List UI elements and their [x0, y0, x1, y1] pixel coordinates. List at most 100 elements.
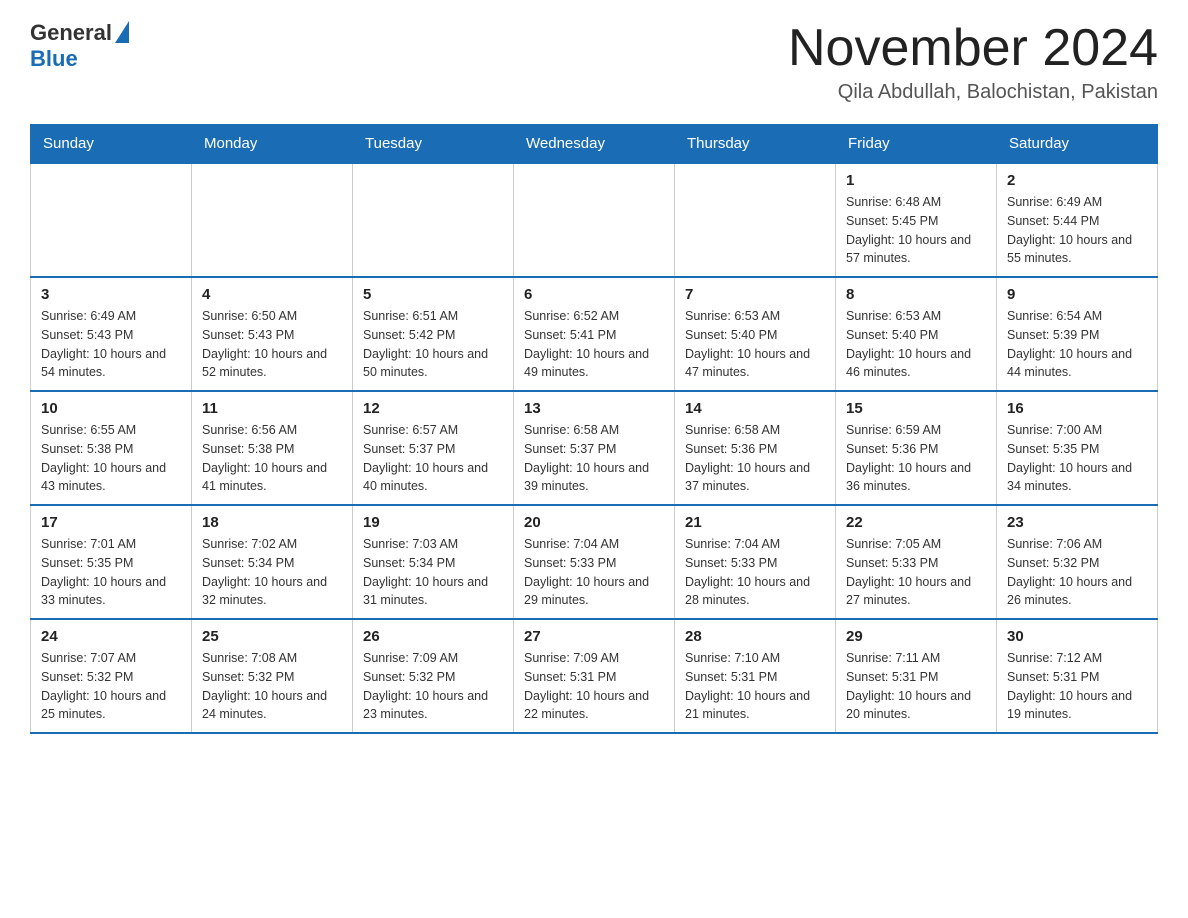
day-number: 15: [846, 400, 986, 417]
calendar-cell: 25 Sunrise: 7:08 AM Sunset: 5:32 PM Dayli…: [192, 619, 353, 733]
day-info: Sunrise: 6:52 AM Sunset: 5:41 PM Dayligh…: [524, 307, 664, 382]
day-info: Sunrise: 7:11 AM Sunset: 5:31 PM Dayligh…: [846, 649, 986, 724]
calendar-table: SundayMondayTuesdayWednesdayThursdayFrid…: [30, 124, 1158, 734]
day-info: Sunrise: 6:56 AM Sunset: 5:38 PM Dayligh…: [202, 421, 342, 496]
day-number: 7: [685, 286, 825, 303]
day-info: Sunrise: 6:57 AM Sunset: 5:37 PM Dayligh…: [363, 421, 503, 496]
calendar-cell: 8Sunrise: 6:53 AM Sunset: 5:40 PM Daylig…: [836, 277, 997, 391]
calendar-cell: 22 Sunrise: 7:05 AM Sunset: 5:33 PM Dayli…: [836, 505, 997, 619]
calendar-cell: 15 Sunrise: 6:59 AM Sunset: 5:36 PM Dayli…: [836, 391, 997, 505]
day-info: Sunrise: 7:02 AM Sunset: 5:34 PM Dayligh…: [202, 535, 342, 610]
day-info: Sunrise: 6:58 AM Sunset: 5:37 PM Dayligh…: [524, 421, 664, 496]
day-number: 6: [524, 286, 664, 303]
calendar-cell: 12Sunrise: 6:57 AM Sunset: 5:37 PM Dayli…: [353, 391, 514, 505]
day-info: Sunrise: 7:08 AM Sunset: 5:32 PM Dayligh…: [202, 649, 342, 724]
day-number: 21: [685, 514, 825, 531]
column-header-tuesday: Tuesday: [353, 125, 514, 164]
calendar-cell: 14 Sunrise: 6:58 AM Sunset: 5:36 PM Dayli…: [675, 391, 836, 505]
calendar-cell: 23 Sunrise: 7:06 AM Sunset: 5:32 PM Dayli…: [997, 505, 1158, 619]
day-info: Sunrise: 7:09 AM Sunset: 5:32 PM Dayligh…: [363, 649, 503, 724]
day-info: Sunrise: 6:48 AM Sunset: 5:45 PM Dayligh…: [846, 193, 986, 268]
calendar-cell: 29 Sunrise: 7:11 AM Sunset: 5:31 PM Dayli…: [836, 619, 997, 733]
calendar-cell: 21 Sunrise: 7:04 AM Sunset: 5:33 PM Dayli…: [675, 505, 836, 619]
day-number: 10: [41, 400, 181, 417]
day-number: 14: [685, 400, 825, 417]
calendar-cell: 17 Sunrise: 7:01 AM Sunset: 5:35 PM Dayli…: [31, 505, 192, 619]
day-number: 20: [524, 514, 664, 531]
logo-triangle-icon: [115, 21, 129, 43]
day-info: Sunrise: 7:06 AM Sunset: 5:32 PM Dayligh…: [1007, 535, 1147, 610]
calendar-week-row: 10 Sunrise: 6:55 AM Sunset: 5:38 PM Dayli…: [31, 391, 1158, 505]
day-info: Sunrise: 7:00 AM Sunset: 5:35 PM Dayligh…: [1007, 421, 1147, 496]
location-subtitle: Qila Abdullah, Balochistan, Pakistan: [788, 81, 1158, 104]
column-header-friday: Friday: [836, 125, 997, 164]
calendar-cell: 2Sunrise: 6:49 AM Sunset: 5:44 PM Daylig…: [997, 163, 1158, 277]
day-number: 23: [1007, 514, 1147, 531]
calendar-cell: 19 Sunrise: 7:03 AM Sunset: 5:34 PM Dayli…: [353, 505, 514, 619]
calendar-week-row: 1 Sunrise: 6:48 AM Sunset: 5:45 PM Daylig…: [31, 163, 1158, 277]
day-number: 9: [1007, 286, 1147, 303]
calendar-cell: 5 Sunrise: 6:51 AM Sunset: 5:42 PM Daylig…: [353, 277, 514, 391]
calendar-cell: 27 Sunrise: 7:09 AM Sunset: 5:31 PM Dayli…: [514, 619, 675, 733]
day-number: 29: [846, 628, 986, 645]
calendar-cell: [514, 163, 675, 277]
calendar-cell: 30Sunrise: 7:12 AM Sunset: 5:31 PM Dayli…: [997, 619, 1158, 733]
day-number: 8: [846, 286, 986, 303]
day-number: 11: [202, 400, 342, 417]
day-info: Sunrise: 7:04 AM Sunset: 5:33 PM Dayligh…: [685, 535, 825, 610]
day-info: Sunrise: 6:51 AM Sunset: 5:42 PM Dayligh…: [363, 307, 503, 382]
day-info: Sunrise: 6:49 AM Sunset: 5:44 PM Dayligh…: [1007, 193, 1147, 268]
column-header-wednesday: Wednesday: [514, 125, 675, 164]
day-number: 13: [524, 400, 664, 417]
calendar-header-row: SundayMondayTuesdayWednesdayThursdayFrid…: [31, 125, 1158, 164]
day-number: 16: [1007, 400, 1147, 417]
day-info: Sunrise: 7:10 AM Sunset: 5:31 PM Dayligh…: [685, 649, 825, 724]
calendar-cell: 3Sunrise: 6:49 AM Sunset: 5:43 PM Daylig…: [31, 277, 192, 391]
calendar-week-row: 24 Sunrise: 7:07 AM Sunset: 5:32 PM Dayli…: [31, 619, 1158, 733]
day-info: Sunrise: 7:01 AM Sunset: 5:35 PM Dayligh…: [41, 535, 181, 610]
column-header-thursday: Thursday: [675, 125, 836, 164]
day-info: Sunrise: 6:58 AM Sunset: 5:36 PM Dayligh…: [685, 421, 825, 496]
day-number: 19: [363, 514, 503, 531]
calendar-cell: 11 Sunrise: 6:56 AM Sunset: 5:38 PM Dayli…: [192, 391, 353, 505]
calendar-cell: 1 Sunrise: 6:48 AM Sunset: 5:45 PM Daylig…: [836, 163, 997, 277]
calendar-cell: 7 Sunrise: 6:53 AM Sunset: 5:40 PM Daylig…: [675, 277, 836, 391]
calendar-cell: 4 Sunrise: 6:50 AM Sunset: 5:43 PM Daylig…: [192, 277, 353, 391]
day-info: Sunrise: 6:54 AM Sunset: 5:39 PM Dayligh…: [1007, 307, 1147, 382]
day-info: Sunrise: 7:12 AM Sunset: 5:31 PM Dayligh…: [1007, 649, 1147, 724]
day-number: 26: [363, 628, 503, 645]
day-number: 1: [846, 172, 986, 189]
day-info: Sunrise: 7:05 AM Sunset: 5:33 PM Dayligh…: [846, 535, 986, 610]
day-info: Sunrise: 7:04 AM Sunset: 5:33 PM Dayligh…: [524, 535, 664, 610]
calendar-cell: 28 Sunrise: 7:10 AM Sunset: 5:31 PM Dayli…: [675, 619, 836, 733]
day-number: 27: [524, 628, 664, 645]
column-header-saturday: Saturday: [997, 125, 1158, 164]
logo-blue-text: Blue: [30, 46, 78, 72]
calendar-cell: 18 Sunrise: 7:02 AM Sunset: 5:34 PM Dayli…: [192, 505, 353, 619]
day-info: Sunrise: 6:55 AM Sunset: 5:38 PM Dayligh…: [41, 421, 181, 496]
calendar-cell: [31, 163, 192, 277]
day-info: Sunrise: 7:03 AM Sunset: 5:34 PM Dayligh…: [363, 535, 503, 610]
day-number: 25: [202, 628, 342, 645]
day-number: 24: [41, 628, 181, 645]
day-info: Sunrise: 6:53 AM Sunset: 5:40 PM Dayligh…: [685, 307, 825, 382]
day-number: 5: [363, 286, 503, 303]
calendar-cell: [353, 163, 514, 277]
day-info: Sunrise: 7:09 AM Sunset: 5:31 PM Dayligh…: [524, 649, 664, 724]
calendar-week-row: 17 Sunrise: 7:01 AM Sunset: 5:35 PM Dayli…: [31, 505, 1158, 619]
main-title: November 2024: [788, 20, 1158, 77]
calendar-cell: 13 Sunrise: 6:58 AM Sunset: 5:37 PM Dayli…: [514, 391, 675, 505]
calendar-cell: 9 Sunrise: 6:54 AM Sunset: 5:39 PM Daylig…: [997, 277, 1158, 391]
day-number: 22: [846, 514, 986, 531]
day-info: Sunrise: 6:50 AM Sunset: 5:43 PM Dayligh…: [202, 307, 342, 382]
title-section: November 2024 Qila Abdullah, Balochistan…: [788, 20, 1158, 104]
day-info: Sunrise: 6:59 AM Sunset: 5:36 PM Dayligh…: [846, 421, 986, 496]
calendar-cell: 6 Sunrise: 6:52 AM Sunset: 5:41 PM Daylig…: [514, 277, 675, 391]
day-info: Sunrise: 7:07 AM Sunset: 5:32 PM Dayligh…: [41, 649, 181, 724]
column-header-sunday: Sunday: [31, 125, 192, 164]
day-number: 18: [202, 514, 342, 531]
day-number: 17: [41, 514, 181, 531]
day-number: 28: [685, 628, 825, 645]
day-number: 4: [202, 286, 342, 303]
day-info: Sunrise: 6:49 AM Sunset: 5:43 PM Dayligh…: [41, 307, 181, 382]
